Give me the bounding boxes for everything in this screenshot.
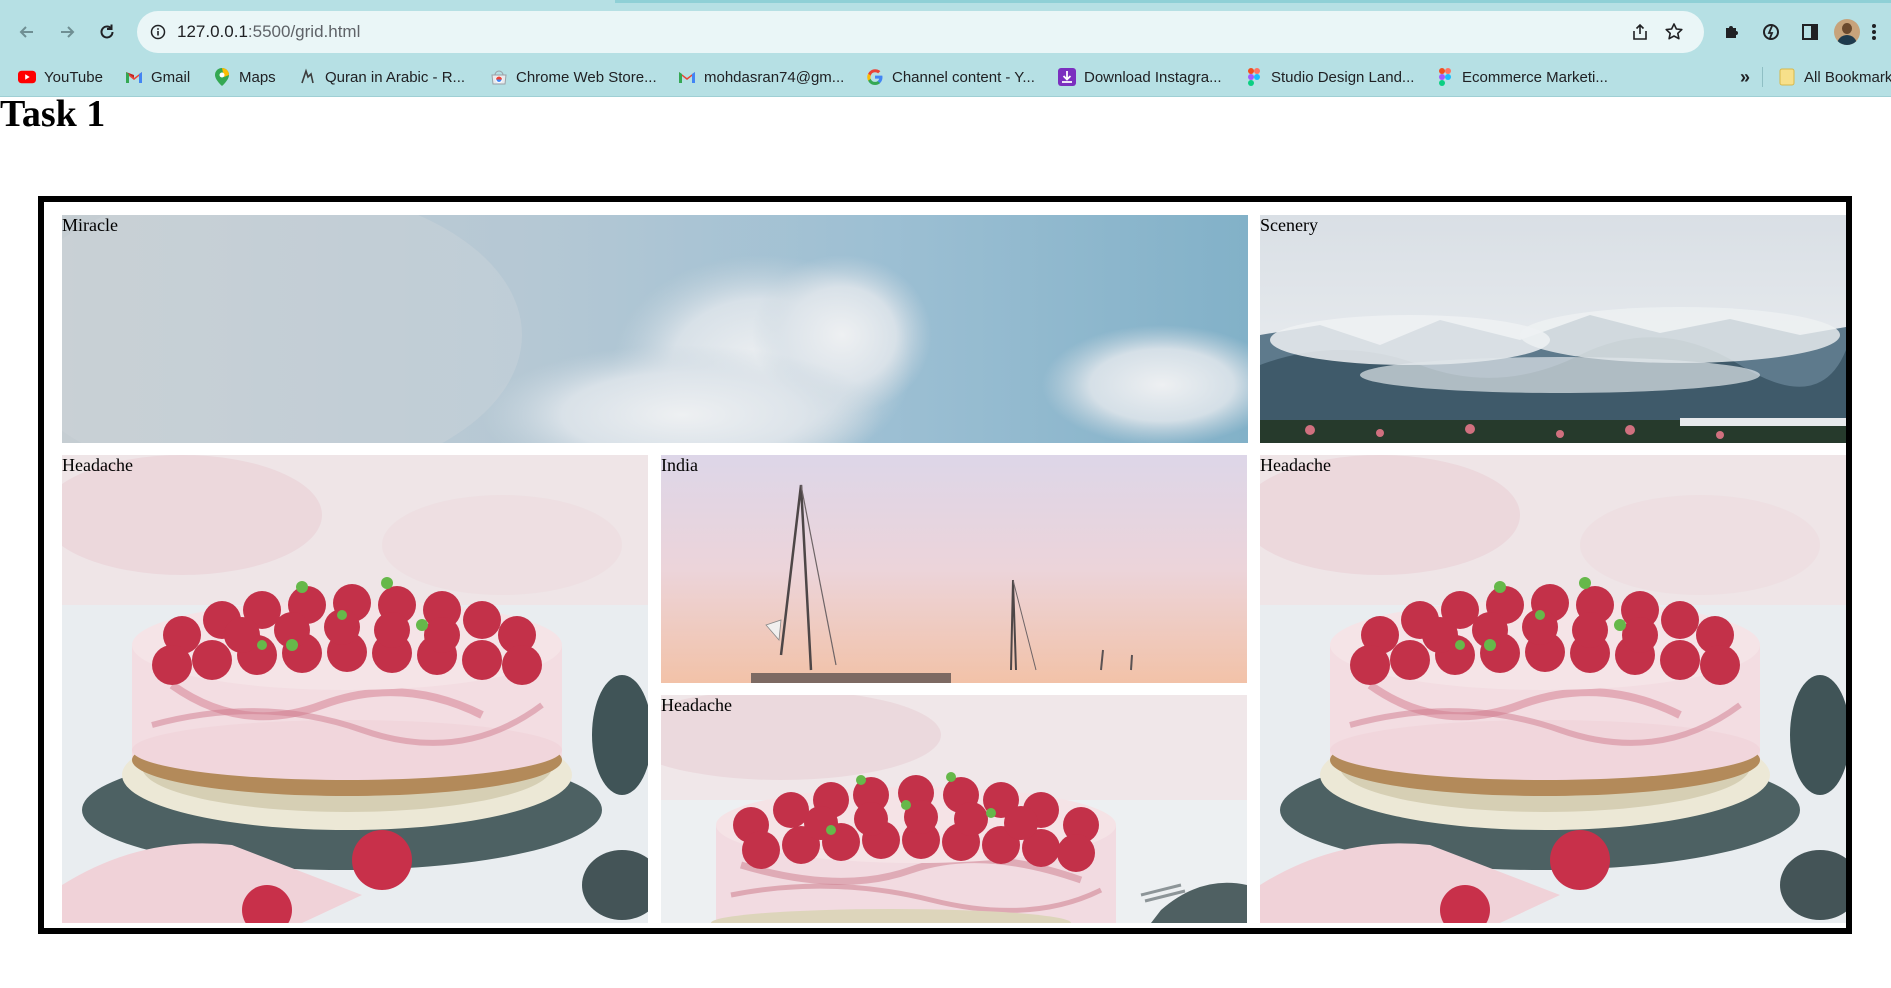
bookmark-download-instagram[interactable]: Download Instagra... <box>1058 58 1222 96</box>
download-icon <box>1058 68 1076 86</box>
side-panel-icon <box>1802 24 1818 40</box>
bookmark-gmail[interactable]: Gmail <box>125 58 190 96</box>
back-button[interactable] <box>12 17 42 47</box>
site-info-icon[interactable] <box>150 24 166 40</box>
grid-item-headache-mid: Headache <box>661 695 1247 923</box>
youtube-icon <box>18 68 36 86</box>
grid-item-headache-left: Headache <box>62 455 648 923</box>
url-host: 127.0.0.1 <box>177 22 248 41</box>
bookmark-mohdasran[interactable]: mohdasran74@gm... <box>678 58 844 96</box>
bookmark-ecommerce[interactable]: Ecommerce Marketi... <box>1436 58 1608 96</box>
bookmark-label: All Bookmarks <box>1804 68 1891 86</box>
bookmark-star-icon[interactable] <box>1664 22 1684 42</box>
bookmark-youtube[interactable]: YouTube <box>18 58 103 96</box>
page-heading: Task 1 <box>0 93 106 135</box>
bookmarks-divider <box>1762 67 1763 87</box>
figma-icon <box>1436 68 1454 86</box>
browser-toolbar: 127.0.0.1:5500/grid.html <box>0 6 1891 58</box>
bookmark-label: Studio Design Land... <box>1271 68 1415 86</box>
forward-button[interactable] <box>52 17 82 47</box>
back-arrow-icon <box>19 26 33 38</box>
bookmarks-bar: YouTube Gmail Maps Quran in Arabic - R..… <box>0 58 1891 97</box>
reload-icon <box>100 24 114 39</box>
bookmark-studio-design[interactable]: Studio Design Land... <box>1245 58 1414 96</box>
bookmark-maps[interactable]: Maps <box>213 58 276 96</box>
bookmark-quran[interactable]: Quran in Arabic - R... <box>299 58 465 96</box>
share-icon[interactable] <box>1631 23 1649 41</box>
forward-arrow-icon <box>61 26 75 38</box>
grid-item-india: India <box>661 455 1247 683</box>
active-tab-indicator <box>615 0 1891 3</box>
cell-label-headache: Headache <box>62 455 133 475</box>
bookmark-label: Download Instagra... <box>1084 68 1222 86</box>
raspberry-cake-image <box>62 455 648 923</box>
extensions-button[interactable] <box>1717 17 1747 47</box>
bookmark-label: Channel content - Y... <box>892 68 1035 86</box>
url-text[interactable]: 127.0.0.1:5500/grid.html <box>177 22 360 42</box>
cell-label-miracle: Miracle <box>62 215 118 235</box>
all-bookmarks-button[interactable]: All Bookmarks <box>1778 58 1891 96</box>
raspberry-cake-image <box>661 695 1247 923</box>
cell-label-headache: Headache <box>661 695 732 715</box>
bookmark-label: mohdasran74@gm... <box>704 68 845 86</box>
bookmark-channel-content[interactable]: Channel content - Y... <box>866 58 1035 96</box>
bookmark-label: Ecommerce Marketi... <box>1462 68 1608 86</box>
grid-item-miracle: Miracle <box>62 215 1248 443</box>
speed-icon <box>1763 24 1779 40</box>
maps-icon <box>213 68 231 86</box>
address-bar[interactable]: 127.0.0.1:5500/grid.html <box>137 11 1704 53</box>
sky-clouds-image <box>62 215 1248 443</box>
chrome-menu-button[interactable] <box>1864 17 1884 47</box>
raspberry-cake-image <box>1260 455 1846 923</box>
cell-label-scenery: Scenery <box>1260 215 1318 235</box>
cell-label-india: India <box>661 455 698 475</box>
bookmark-label: Maps <box>239 68 276 86</box>
bookmarks-overflow-button[interactable]: » <box>1740 58 1750 96</box>
bookmark-chrome-web-store[interactable]: Chrome Web Store... <box>490 58 657 96</box>
cell-label-headache: Headache <box>1260 455 1331 475</box>
gmail-icon <box>678 68 696 86</box>
side-panel-button[interactable] <box>1795 17 1825 47</box>
gmail-icon <box>125 68 143 86</box>
profile-avatar[interactable] <box>1834 19 1860 45</box>
image-grid: Miracle Scenery Headache India Headache … <box>38 196 1852 934</box>
grid-item-scenery: Scenery <box>1260 215 1846 443</box>
sailboats-sunset-image <box>661 455 1247 683</box>
reload-button[interactable] <box>92 17 122 47</box>
bookmark-label: Quran in Arabic - R... <box>325 68 466 86</box>
bookmark-label: YouTube <box>44 68 103 86</box>
quran-icon <box>299 68 317 86</box>
folder-icon <box>1778 68 1796 86</box>
bookmark-label: Chrome Web Store... <box>516 68 657 86</box>
puzzle-icon <box>1726 26 1738 38</box>
url-path: :5500/grid.html <box>247 22 361 41</box>
kebab-menu-icon <box>1872 24 1876 40</box>
bookmark-label: Gmail <box>151 68 191 86</box>
misty-mountains-image <box>1260 215 1846 443</box>
grid-item-headache-right: Headache <box>1260 455 1846 923</box>
chrome-web-store-icon <box>490 68 508 86</box>
performance-button[interactable] <box>1756 17 1786 47</box>
figma-icon <box>1245 68 1263 86</box>
google-icon <box>866 68 884 86</box>
